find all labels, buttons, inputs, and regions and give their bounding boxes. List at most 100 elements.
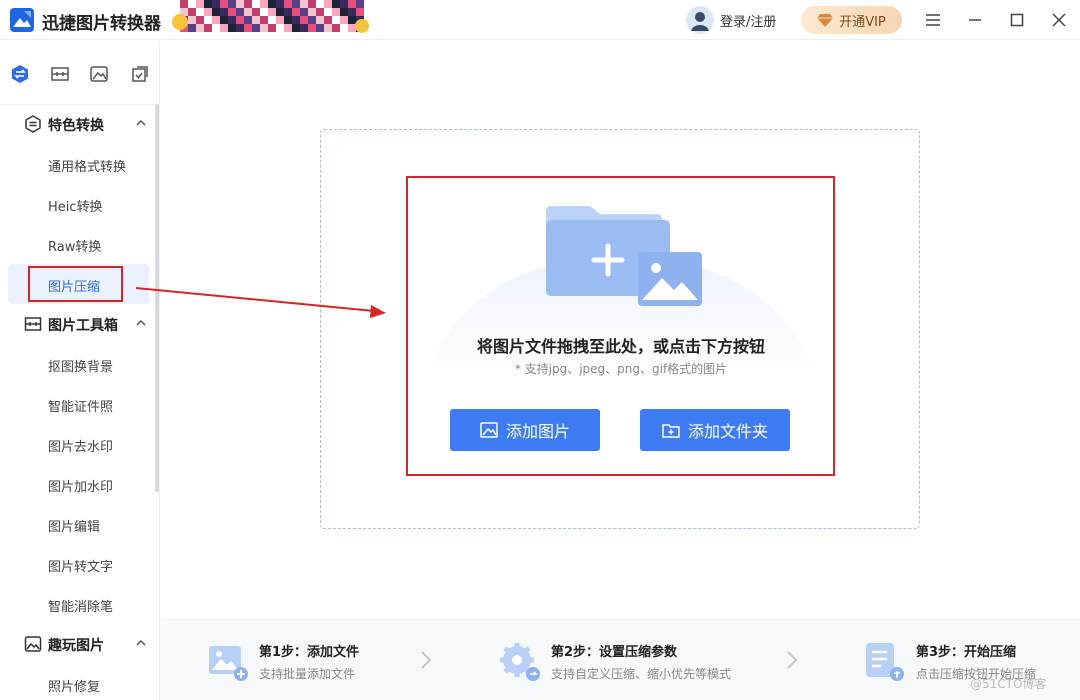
sidebar-item-add-watermark[interactable]: 图片加水印 [8,464,149,504]
convert-tool-button[interactable] [9,63,31,85]
banner-mosaic-tile [340,16,348,24]
annotation-highlight-box [28,266,123,302]
banner-mosaic-tile [204,0,212,8]
sidebar-item-label: 图片加水印 [48,480,114,495]
sidebar-item-photo-repair[interactable]: 照片修复 [8,664,149,700]
title-bar: 迅捷图片转换器 登录/注册 开通VIP [0,0,1080,40]
banner-mosaic-tile [260,8,268,16]
promo-banner-image[interactable] [172,0,370,34]
banner-mosaic-tile [236,24,244,32]
banner-mosaic-tile [292,0,300,8]
hamburger-icon [926,14,940,26]
banner-mosaic-tile [284,8,292,16]
sidebar-item-label: 通用格式转换 [48,160,127,175]
close-button[interactable] [1047,8,1071,32]
section-label: 图片工具箱 [48,318,118,334]
banner-mosaic-tile [340,8,348,16]
menu-button[interactable] [921,8,945,32]
maximize-button[interactable] [1005,8,1029,32]
banner-mosaic-tile [196,24,204,32]
app-logo-icon [10,8,34,32]
sidebar-item-heic[interactable]: Heic转换 [8,184,149,224]
sidebar-item-general-convert[interactable]: 通用格式转换 [8,144,149,184]
banner-mosaic-tile [316,24,324,32]
image-icon [90,66,108,82]
sidebar-item-label: Raw转换 [48,240,102,255]
app-title: 迅捷图片转换器 [42,14,161,34]
banner-mosaic-tile [180,0,188,8]
close-icon [1052,13,1066,27]
vip-button[interactable]: 开通VIP [801,6,902,34]
task-tool-button[interactable] [129,63,151,85]
vip-label: 开通VIP [839,14,886,30]
banner-mosaic-tile [228,0,236,8]
banner-mosaic-tile [316,0,324,8]
annotation-highlight-box [406,176,835,476]
minimize-icon [969,19,981,21]
sidebar-item-ocr[interactable]: 图片转文字 [8,544,149,584]
sidebar: 特色转换 通用格式转换 Heic转换 Raw转换 图片压缩 图片工具箱 抠图换背… [0,41,160,700]
banner-mosaic-tile [260,24,268,32]
banner-mosaic-tile [308,8,316,16]
sidebar-item-edit[interactable]: 图片编辑 [8,504,149,544]
step-title: 第1步：添加文件 [259,645,360,660]
banner-mosaic-tile [188,0,196,8]
banner-mosaic-tile [220,16,228,24]
banner-mosaic-tile [324,0,332,8]
maximize-icon [1010,13,1024,27]
banner-mosaic-tile [332,0,340,8]
banner-mosaic-tile [356,0,364,8]
sidebar-item-label: 智能证件照 [48,400,114,415]
section-header-features[interactable]: 特色转换 [0,104,158,144]
banner-mosaic-tile [268,24,276,32]
banner-mosaic-tile [268,16,276,24]
toolbox-tool-button[interactable] [49,63,71,85]
banner-mosaic-tile [212,24,220,32]
banner-mosaic-tile [348,16,356,24]
banner-mosaic-tile [284,24,292,32]
banner-mosaic-tile [228,8,236,16]
banner-mosaic-tile [228,24,236,32]
banner-mosaic-tile [300,0,308,8]
banner-mosaic-tile [348,0,356,8]
banner-mosaic-tile [188,24,196,32]
avatar-icon [686,6,714,34]
banner-mosaic-tile [348,24,356,32]
banner-mosaic-tile [252,16,260,24]
sidebar-item-id-photo[interactable]: 智能证件照 [8,384,149,424]
banner-mosaic-tile [332,24,340,32]
banner-mosaic-tile [292,24,300,32]
banner-mosaic-tile [276,16,284,24]
banner-mosaic-tile [220,8,228,16]
banner-mosaic-tile [228,16,236,24]
banner-mosaic-tile [300,8,308,16]
banner-mosaic-tile [348,8,356,16]
banner-mosaic-tile [308,24,316,32]
section-label: 趣玩图片 [48,638,104,654]
diamond-icon [817,14,834,27]
banner-mosaic-tile [196,16,204,24]
sidebar-item-remove-watermark[interactable]: 图片去水印 [8,424,149,464]
sidebar-item-label: 图片转文字 [48,560,114,575]
banner-mosaic-tile [292,8,300,16]
banner-mosaic-tile [260,16,268,24]
sidebar-item-raw[interactable]: Raw转换 [8,224,149,264]
banner-mosaic-tile [340,0,348,8]
annotation-arrow-icon [135,287,386,318]
app-window: 迅捷图片转换器 登录/注册 开通VIP 特色转换 通用格式转换 Heic转换 R… [0,0,1080,700]
banner-mosaic-tile [332,16,340,24]
banner-mosaic-tile [196,0,204,8]
sidebar-tool-icons [0,41,160,105]
banner-mosaic-tile [308,16,316,24]
sidebar-item-label: Heic转换 [48,200,103,215]
minimize-button[interactable] [963,8,987,32]
sidebar-item-eraser[interactable]: 智能消除笔 [8,584,149,624]
login-button[interactable]: 登录/注册 [686,5,776,35]
section-header-fun[interactable]: 趣玩图片 [0,624,158,664]
banner-mosaic-tile [340,24,348,32]
document-step-icon [866,643,904,681]
banner-mosaic-tile [316,16,324,24]
banner-mosaic-tile [236,16,244,24]
sidebar-item-cutout[interactable]: 抠图换背景 [8,344,149,384]
image-tool-button[interactable] [88,63,110,85]
